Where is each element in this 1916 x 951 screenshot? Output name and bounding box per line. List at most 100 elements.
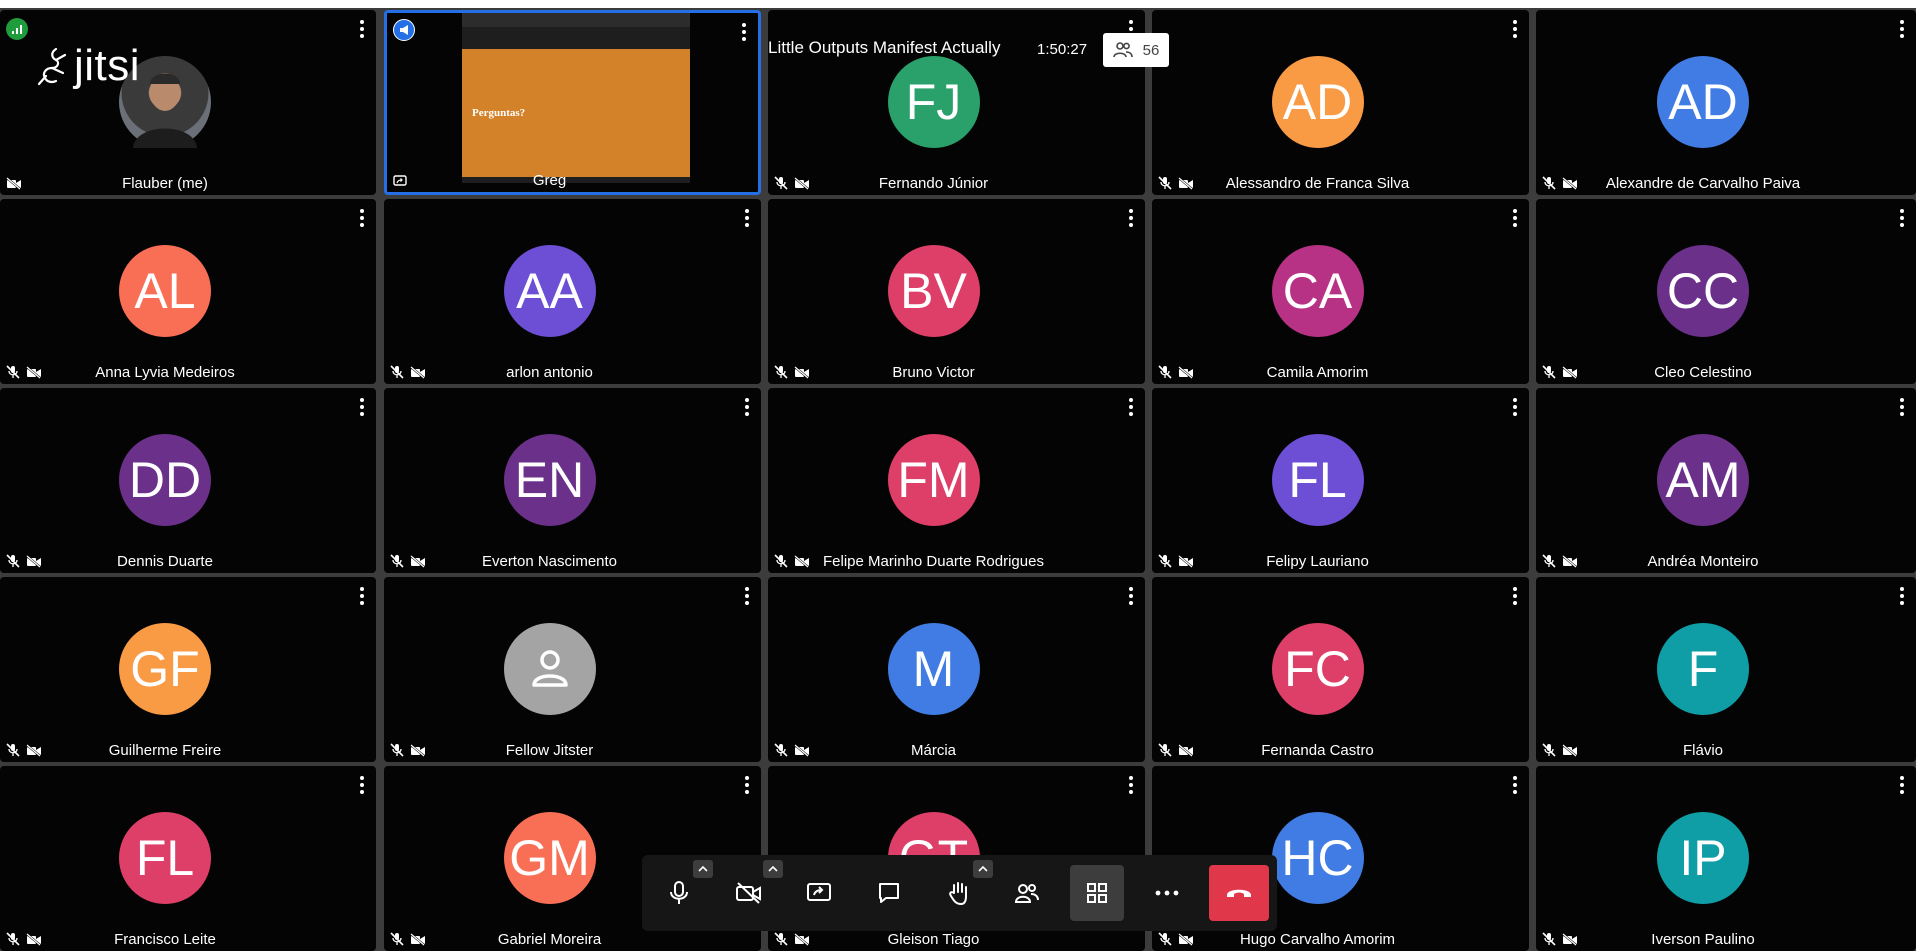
default-avatar (503, 623, 596, 715)
participant-menu-icon[interactable] (354, 587, 370, 605)
participant-tile[interactable]: AD Alessandro de Franca Silva (1152, 10, 1529, 195)
hangup-button[interactable] (1209, 865, 1269, 921)
participant-tile[interactable]: AD Alexandre de Carvalho Paiva (1536, 10, 1916, 195)
participant-count-badge[interactable]: 56 (1103, 33, 1169, 67)
participant-tile[interactable]: CC Cleo Celestino (1536, 199, 1916, 384)
participant-tile[interactable]: FL Felipy Lauriano (1152, 388, 1529, 573)
avatar: FL (119, 812, 211, 904)
jitsi-logo: jitsi (36, 44, 140, 88)
participant-tile[interactable]: BV Bruno Victor (768, 199, 1145, 384)
participant-name: Fernando Júnior (878, 175, 989, 192)
participant-menu-icon[interactable] (739, 398, 755, 416)
participant-name: Gleison Tiago (887, 931, 980, 948)
participant-tile[interactable]: CA Camila Amorim (1152, 199, 1529, 384)
participant-menu-icon[interactable] (739, 209, 755, 227)
meeting-toolbar (642, 855, 1277, 931)
participant-menu-icon[interactable] (354, 776, 370, 794)
participant-tile[interactable]: FL Francisco Leite (0, 766, 376, 951)
share-screen-button[interactable] (792, 865, 846, 921)
chevron-up-icon (698, 866, 708, 872)
participant-menu-icon[interactable] (1894, 209, 1910, 227)
avatar: FM (887, 434, 980, 526)
participant-tile[interactable]: F Flávio (1536, 577, 1916, 762)
participant-menu-icon[interactable] (1123, 776, 1139, 794)
chat-button[interactable] (862, 865, 916, 921)
participant-menu-icon[interactable] (1123, 587, 1139, 605)
participant-menu-icon[interactable] (1894, 587, 1910, 605)
hangup-icon (1227, 889, 1251, 897)
tile-view-button[interactable] (1070, 865, 1124, 921)
participants-button[interactable] (1000, 865, 1054, 921)
chevron-up-icon (768, 866, 778, 872)
participant-name: Felipe Marinho Duarte Rodrigues (823, 553, 1044, 570)
participant-name: Iverson Paulino (1651, 931, 1755, 948)
participant-menu-icon[interactable] (354, 209, 370, 227)
participant-menu-icon[interactable] (1894, 398, 1910, 416)
participant-name: Fernanda Castro (1261, 742, 1374, 759)
participant-name: Camila Amorim (1266, 364, 1369, 381)
participant-menu-icon[interactable] (1894, 776, 1910, 794)
reactions-caret[interactable] (973, 860, 993, 878)
participant-tile[interactable]: IP Iverson Paulino (1536, 766, 1916, 951)
participant-name: Felipy Lauriano (1266, 553, 1369, 570)
participant-menu-icon[interactable] (1507, 209, 1523, 227)
participant-menu-icon[interactable] (739, 776, 755, 794)
participant-tile[interactable]: Fellow Jitster (384, 577, 761, 762)
avatar: DD (119, 434, 211, 526)
participant-name: Flauber (me) (122, 175, 208, 192)
participant-tile[interactable]: AM Andréa Monteiro (1536, 388, 1916, 573)
participant-menu-icon[interactable] (1507, 587, 1523, 605)
chat-icon (879, 883, 899, 903)
participant-menu-icon[interactable] (354, 20, 370, 38)
participant-tile[interactable]: FC Fernanda Castro (1152, 577, 1529, 762)
participant-name: Dennis Duarte (117, 553, 213, 570)
presentation-slide: Perguntas? (462, 49, 690, 177)
participant-menu-icon[interactable] (1507, 398, 1523, 416)
raise-hand-icon (949, 882, 967, 906)
participant-name: Francisco Leite (114, 931, 216, 948)
microphone-options-caret[interactable] (693, 860, 713, 878)
top-border (0, 0, 1916, 8)
meeting-title: Little Outputs Manifest Actually (768, 38, 1001, 57)
camera-options-caret[interactable] (763, 860, 783, 878)
participant-tile[interactable]: EN Everton Nascimento (384, 388, 761, 573)
microphone-icon (670, 881, 688, 904)
participant-tile[interactable]: AL Anna Lyvia Medeiros (0, 199, 376, 384)
participant-tile[interactable]: FM Felipe Marinho Duarte Rodrigues (768, 388, 1145, 573)
logo-text: jitsi (74, 41, 141, 90)
more-actions-button[interactable] (1140, 865, 1194, 921)
participant-tile[interactable]: Flauber (me) (0, 10, 376, 195)
participant-name: Everton Nascimento (481, 553, 618, 570)
avatar: HC (1271, 812, 1364, 904)
avatar: CC (1657, 245, 1749, 337)
user-icon (531, 650, 568, 687)
participant-menu-icon[interactable] (354, 398, 370, 416)
shared-screen-browser-bar (462, 13, 690, 27)
participant-tile[interactable]: GF Guilherme Freire (0, 577, 376, 762)
avatar: EN (503, 434, 596, 526)
participant-menu-icon[interactable] (1123, 209, 1139, 227)
participant-count: 56 (1142, 41, 1160, 59)
share-screen-icon (807, 883, 831, 901)
participant-name: arlon antonio (506, 364, 593, 381)
participant-name: Andréa Monteiro (1647, 553, 1759, 570)
participant-tile[interactable]: DD Dennis Duarte (0, 388, 376, 573)
participant-name: Cleo Celestino (1654, 364, 1752, 381)
participant-menu-icon[interactable] (1123, 398, 1139, 416)
signal-bars-icon (12, 25, 22, 34)
participant-menu-icon[interactable] (736, 23, 752, 41)
participant-tile[interactable]: M Márcia (768, 577, 1145, 762)
participant-menu-icon[interactable] (739, 587, 755, 605)
participant-tile[interactable]: Perguntas? Greg (384, 10, 761, 195)
participant-menu-icon[interactable] (1507, 776, 1523, 794)
avatar: AL (119, 245, 211, 337)
avatar: AA (503, 245, 596, 337)
participant-menu-icon[interactable] (1507, 20, 1523, 38)
avatar: FL (1271, 434, 1364, 526)
participant-tile[interactable]: AA arlon antonio (384, 199, 761, 384)
tile-view-icon (1087, 883, 1107, 903)
avatar: M (887, 623, 980, 715)
participant-menu-icon[interactable] (1894, 20, 1910, 38)
connection-status-indicator[interactable] (6, 18, 28, 40)
avatar: FC (1271, 623, 1364, 715)
